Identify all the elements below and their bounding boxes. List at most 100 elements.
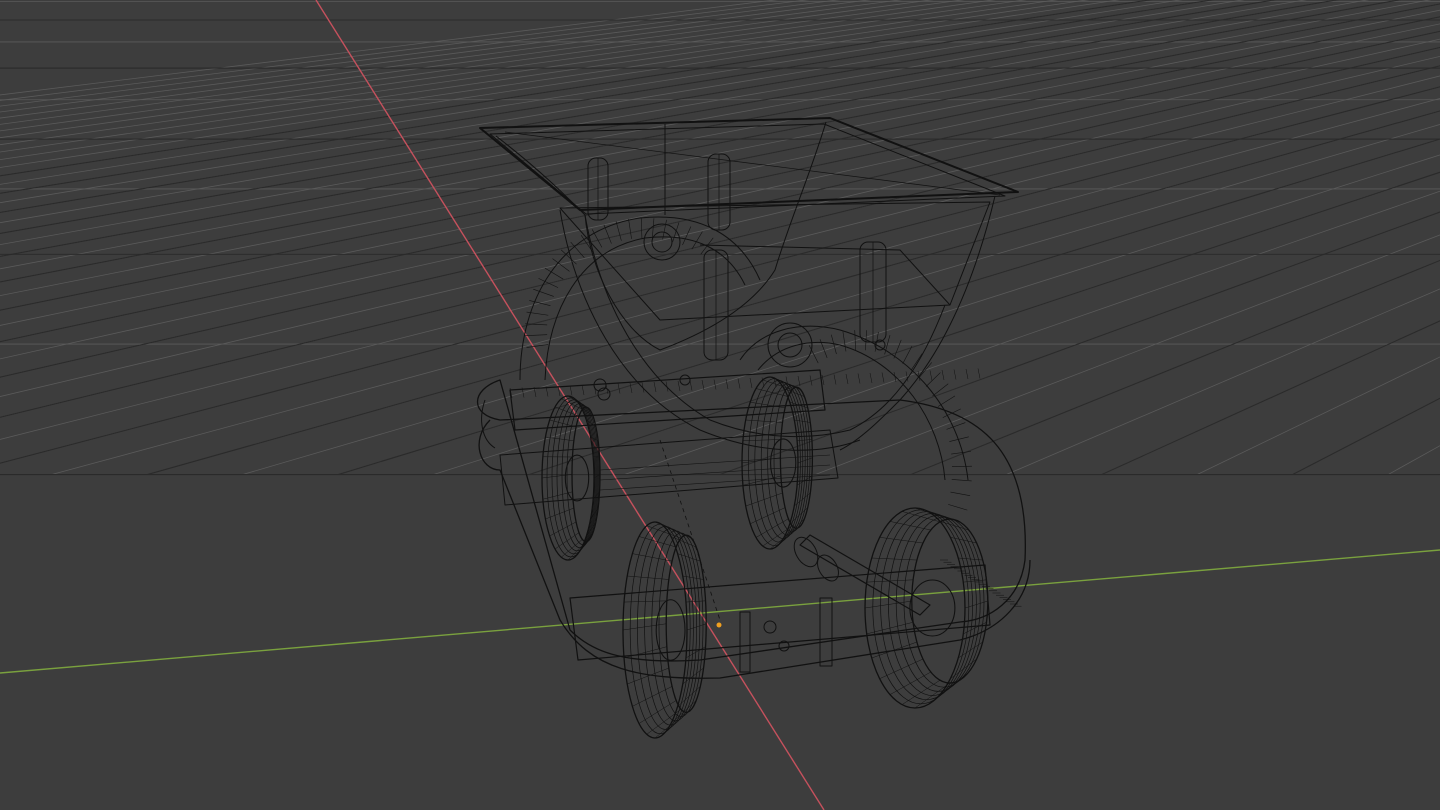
arch-hatch-line — [951, 451, 972, 455]
arch-hatch-line — [951, 465, 972, 468]
wheel-tread-line — [632, 686, 673, 707]
chassis-hatch-line — [845, 373, 849, 385]
grid-unit-line — [0, 0, 1402, 257]
grid-line — [1387, 445, 1440, 475]
grid-line — [0, 0, 1214, 194]
grid-line — [0, 0, 1090, 161]
x-axis-line — [315, 0, 825, 810]
chassis-plate-edge — [481, 399, 496, 449]
grid-line — [0, 23, 1440, 326]
grid-unit-line — [0, 0, 1153, 177]
bucket-side-right — [839, 195, 996, 451]
chassis-hatch-line — [977, 368, 981, 379]
wheel-tread-line — [670, 700, 697, 724]
perspective-grid-near — [0, 0, 1440, 476]
grid-line — [0, 0, 1183, 185]
chassis-hatch-line — [857, 373, 861, 384]
wheel-tread-line — [914, 507, 950, 520]
grid-line — [0, 0, 779, 96]
grid-line — [0, 0, 1059, 153]
wheel-tread-line — [554, 406, 580, 417]
grid-line — [0, 0, 996, 139]
grid-line — [0, 65, 1440, 418]
grid-line — [0, 47, 1440, 378]
cart-rocker-arches — [519, 216, 972, 511]
grid-line — [0, 9, 1440, 297]
wheel-hub — [909, 579, 956, 637]
wheel-tread-line — [871, 641, 917, 659]
grid-unit-line — [0, 65, 1440, 418]
chassis-hatch-line — [569, 385, 573, 396]
grid-unit-line — [0, 0, 1215, 194]
viewport-canvas[interactable] — [0, 0, 1440, 810]
wheel-ring — [880, 511, 973, 701]
chassis-hatch-line — [929, 370, 933, 381]
grid-line — [0, 0, 1027, 146]
wheel-tread-line — [682, 667, 704, 685]
cart-bucket[interactable] — [479, 117, 1019, 451]
wheel-tread-line — [677, 553, 701, 562]
arch-hatch-line — [538, 278, 559, 288]
grid-line — [0, 0, 872, 113]
chassis-hatch-line — [965, 368, 969, 380]
arch-hatch-line — [640, 218, 643, 239]
grid-unit-line — [0, 46, 1440, 378]
grid-unit-line — [0, 3, 1440, 283]
3d-viewport[interactable] — [0, 0, 1440, 810]
chassis-hatch-line — [581, 384, 585, 396]
chassis-bolt-1 — [763, 620, 777, 634]
wheel-ring — [629, 523, 691, 735]
wheel-ring — [864, 507, 966, 709]
chassis-hatch-line — [881, 372, 885, 383]
wheel-hub — [564, 454, 590, 502]
grid-line — [0, 55, 1440, 397]
grid-line — [0, 0, 1276, 213]
arch-hatch-line — [615, 221, 622, 241]
pivot-hub-right — [767, 322, 813, 368]
wheel-tread-line — [777, 525, 801, 547]
arch-hatch-line — [937, 395, 956, 407]
grid-line — [0, 0, 810, 101]
grid-line — [0, 0, 903, 119]
grid-unit-line — [0, 86, 1440, 464]
arch-hatch-line — [948, 504, 968, 511]
wheel-ring — [665, 534, 707, 713]
wheel-tread-line — [879, 658, 924, 679]
wheel-tread-line — [638, 700, 677, 724]
grid-line — [0, 0, 1245, 204]
wheel-tread-line — [755, 518, 789, 538]
chassis-hatch-line — [833, 374, 837, 385]
y-axis-line — [0, 549, 1440, 674]
cart-wheels — [541, 376, 989, 739]
grid-line — [0, 0, 934, 125]
wheel-tread-line — [783, 518, 805, 538]
arch-hatch-line — [842, 331, 847, 352]
chassis-hatch-line — [689, 380, 693, 391]
arch-hatch-line — [925, 372, 941, 387]
grid-line — [1006, 288, 1440, 475]
arch-hatch-line — [591, 229, 603, 248]
grid-line — [0, 16, 1440, 311]
grid-line — [0, 0, 841, 107]
mine-cart-wireframe-object[interactable] — [476, 117, 1031, 739]
wheel-tread-line — [574, 539, 590, 558]
chassis-hatch-line — [737, 378, 741, 389]
grid-unit-line — [0, 0, 1277, 214]
arch-hatch-line — [552, 258, 570, 272]
wheel-tread-line — [950, 537, 977, 544]
chassis-bracket — [819, 597, 833, 667]
grid-unit-line — [0, 0, 1339, 234]
rocker-arch-left-inner — [544, 236, 746, 381]
grid-line — [0, 75, 1440, 440]
grid-unit-line — [1101, 320, 1440, 476]
wheel-rear-left — [541, 395, 601, 561]
grid-line — [0, 0, 965, 132]
wheel-tread-line — [663, 709, 692, 735]
wheel-front-left — [622, 521, 707, 739]
wheel-ring — [644, 528, 697, 726]
wheel-ring — [895, 515, 981, 692]
arch-hatch-line — [628, 219, 632, 239]
pivot-bolt-4 — [679, 374, 691, 386]
hinge-pin-dashed — [659, 439, 721, 621]
wheel-hub — [770, 438, 797, 488]
